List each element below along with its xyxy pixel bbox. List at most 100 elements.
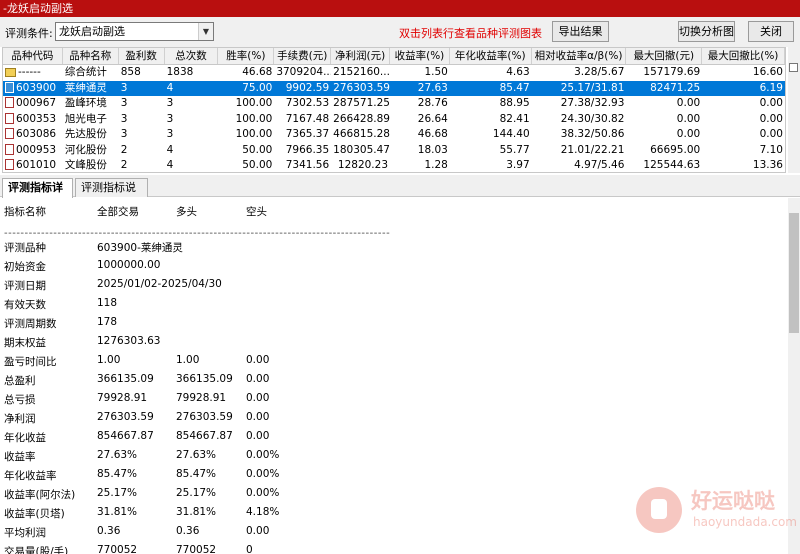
table-cell: 2152160...	[333, 66, 390, 78]
table-row[interactable]: 603900 莱绅通灵 3 4 75.00 9902.59 276303.59 27.63 85…	[3, 80, 785, 97]
table-cell: 综合统计	[64, 66, 107, 78]
column-header[interactable]: 最大回撤(元)	[626, 48, 703, 64]
metric-name: 评测日期	[4, 280, 46, 292]
table-cell: 55.77	[499, 143, 530, 156]
table-cell: 4.97/5.46	[574, 159, 625, 171]
table-cell: 46.68	[417, 128, 448, 140]
table-cell: 0.00	[759, 112, 783, 125]
metric-value: 0.00	[246, 392, 270, 404]
detail-scroll-thumb[interactable]	[789, 213, 799, 333]
column-header[interactable]: 品种代码	[3, 48, 63, 64]
column-header[interactable]: 最大回撤比(%)	[702, 48, 785, 64]
table-cell: 276303.59	[333, 81, 390, 94]
switch-chart-button[interactable]: 切换分析图	[678, 21, 735, 42]
table-row[interactable]: 603086 先达股份 3 3 100.00 7365.37 466815.28 46.68 1…	[3, 127, 785, 143]
metric-name: 年化收益率	[4, 470, 57, 482]
metric-name: 评测品种	[4, 242, 46, 254]
table-cell: 858	[120, 66, 141, 78]
detail-header-short: 空头	[246, 206, 267, 218]
metric-value: 366135.09	[176, 373, 233, 385]
metric-value: 1.00	[97, 354, 121, 366]
column-header[interactable]: 盈利数	[119, 48, 165, 64]
table-cell: 100.00	[235, 128, 273, 140]
chevron-down-icon[interactable]: ▼	[198, 23, 213, 40]
metric-value: 0.00	[246, 411, 270, 423]
table-cell: 85.47	[499, 81, 530, 94]
metric-value: 85.47%	[97, 468, 138, 480]
table-scrollbar[interactable]	[788, 47, 800, 173]
column-header[interactable]: 净利润(元)	[331, 48, 391, 64]
table-cell: 7341.56	[285, 159, 330, 171]
export-button[interactable]: 导出结果	[552, 21, 609, 42]
table-cell: 287571.25	[333, 97, 390, 109]
metric-name: 收益率	[4, 451, 36, 463]
table-cell: 603900	[3, 81, 63, 97]
watermark-url: haoyundada.com	[693, 515, 797, 529]
detail-header-all: 全部交易	[97, 206, 139, 218]
detail-header-name: 指标名称	[4, 206, 46, 218]
table-cell: 3.97	[506, 159, 530, 171]
table-cell: 16.60	[752, 66, 783, 78]
table-cell: 2	[120, 143, 128, 156]
metric-value: 276303.59	[97, 411, 154, 423]
scroll-box-icon[interactable]	[789, 63, 798, 72]
metric-value: 118	[97, 297, 118, 309]
metric-name: 初始资金	[4, 261, 46, 273]
table-cell: 000953	[3, 143, 63, 159]
table-row[interactable]: 000967 盈峰环境 3 3 100.00 7302.53 287571.25 28.76 8…	[3, 96, 785, 112]
table-row[interactable]: ------ 综合统计 858 1838 46.68 3709204... 2152160.…	[3, 65, 785, 81]
table-cell: 7.10	[759, 143, 783, 156]
metric-value: 770052	[97, 544, 138, 554]
metric-value: 4.18%	[246, 506, 280, 518]
table-cell: 4	[166, 159, 174, 171]
table-cell: 28.76	[417, 97, 448, 109]
column-header[interactable]: 年化收益率(%)	[450, 48, 532, 64]
table-cell-text: 600353	[16, 112, 57, 125]
table-cell: 18.03	[417, 143, 448, 156]
table-cell: 3	[120, 81, 128, 94]
column-header[interactable]: 胜率(%)	[218, 48, 275, 64]
metric-name: 交易量(股/手)	[4, 546, 69, 554]
table-cell: 0.00	[759, 128, 783, 140]
table-row[interactable]: 600353 旭光电子 3 3 100.00 7167.48 266428.89 26.64 8…	[3, 112, 785, 128]
table-row[interactable]: 601010 文峰股份 2 4 50.00 7341.56 12820.23 1.28 3.97…	[3, 158, 785, 172]
column-header[interactable]: 相对收益率α/β(%)	[532, 48, 627, 64]
table-cell: ------	[3, 65, 63, 81]
table-row[interactable]: 000953 河化股份 2 4 50.00 7966.35 180305.47 18.03 55…	[3, 143, 785, 159]
tab-metric-details[interactable]: 评测指标详情	[2, 178, 73, 212]
table-cell: 先达股份	[64, 128, 107, 140]
tab-metric-explanation[interactable]: 评测指标说明	[75, 178, 148, 212]
metric-value: 0.36	[176, 525, 200, 537]
metric-name: 年化收益	[4, 432, 46, 444]
folder-icon	[5, 68, 16, 77]
column-header[interactable]: 收益率(%)	[390, 48, 450, 64]
condition-select[interactable]: 龙妖启动副选 ▼	[55, 22, 214, 41]
stock-icon	[5, 159, 14, 170]
column-header[interactable]: 品种名称	[63, 48, 119, 64]
metric-value: 0.00%	[246, 487, 280, 499]
table-cell: 27.63	[417, 81, 448, 94]
metric-value: 0.00%	[246, 468, 280, 480]
detail-scrollbar[interactable]	[788, 198, 800, 554]
metric-value: 79928.91	[176, 392, 227, 404]
table-cell: 1.50	[424, 66, 448, 78]
table-cell: 82.41	[499, 112, 530, 125]
column-header[interactable]: 总次数	[165, 48, 219, 64]
column-header[interactable]: 手续费(元)	[274, 48, 332, 64]
detail-header-long: 多头	[176, 206, 197, 218]
table-cell-text: 603086	[16, 128, 57, 140]
table-cell-text: 601010	[16, 159, 57, 171]
table-cell: 24.30/30.82	[560, 112, 625, 125]
metric-value: 85.47%	[176, 468, 217, 480]
metric-value: 25.17%	[176, 487, 217, 499]
table-cell: 75.00	[242, 81, 273, 94]
close-button[interactable]: 关闭	[748, 21, 794, 42]
table-cell-text: 603900	[16, 81, 57, 94]
condition-value: 龙妖启动副选	[59, 25, 125, 38]
table-cell: 603086	[3, 127, 63, 143]
table-cell: 601010	[3, 158, 63, 172]
table-cell: 0.00	[676, 112, 701, 125]
stock-icon	[5, 143, 14, 155]
table-cell: 旭光电子	[64, 112, 107, 125]
detail-separator: ----------------------------------------…	[4, 228, 391, 239]
